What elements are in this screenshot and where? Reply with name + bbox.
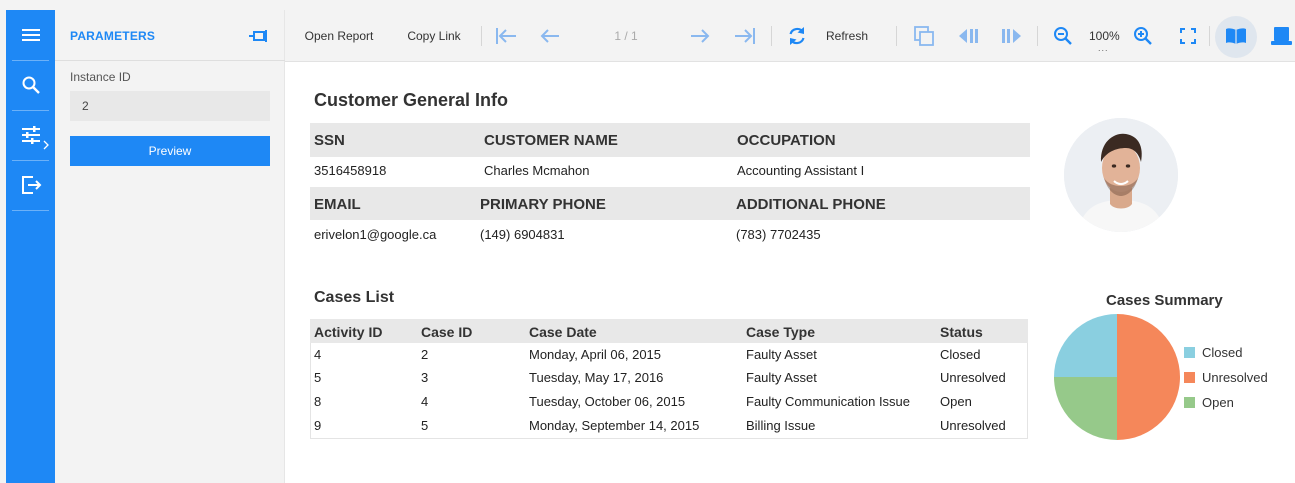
pin-icon[interactable] xyxy=(247,25,271,47)
first-page-icon[interactable] xyxy=(493,10,519,62)
toolbar-divider xyxy=(481,26,482,46)
customer-header-bar-1 xyxy=(310,123,1030,157)
cell-case-id: 4 xyxy=(421,394,429,409)
cell-case-id: 2 xyxy=(421,347,429,362)
copy-link-button[interactable]: Copy Link xyxy=(401,10,467,62)
rail-divider xyxy=(12,160,49,161)
header-case-type: Case Type xyxy=(746,324,815,340)
header-case-id: Case ID xyxy=(421,324,473,340)
toolbar-divider xyxy=(1037,26,1038,46)
header-customer-name: CUSTOMER NAME xyxy=(484,132,618,149)
customer-info-title: Customer General Info xyxy=(314,90,509,110)
parameters-panel: PARAMETERS Instance ID Preview xyxy=(55,10,285,483)
instance-id-input[interactable] xyxy=(70,91,270,121)
search-next-icon[interactable] xyxy=(999,10,1025,62)
value-additional-phone: (783) 7702435 xyxy=(736,227,821,242)
scroll-view-icon[interactable] xyxy=(1270,10,1295,62)
cell-status: Unresolved xyxy=(940,418,1006,433)
legend-item-open: Open xyxy=(1184,394,1234,410)
cell-case-date: Monday, September 14, 2015 xyxy=(529,418,700,433)
legend-swatch xyxy=(1184,346,1195,358)
value-email: erivelon1@google.ca xyxy=(314,227,437,242)
export-icon[interactable] xyxy=(6,165,55,205)
book-icon[interactable] xyxy=(1223,10,1249,62)
value-primary-phone: (149) 6904831 xyxy=(480,227,565,242)
value-ssn: 3516458918 xyxy=(314,163,387,178)
header-activity-id: Activity ID xyxy=(314,324,383,340)
cell-case-date: Tuesday, October 06, 2015 xyxy=(529,394,686,409)
rail-divider xyxy=(12,110,49,111)
pie-slice-open xyxy=(1054,377,1117,440)
cell-case-date: Tuesday, May 17, 2016 xyxy=(529,370,664,385)
toolbar-divider xyxy=(1209,26,1210,46)
cell-case-id: 3 xyxy=(421,370,429,385)
next-page-icon[interactable] xyxy=(687,10,713,62)
header-occupation: OCCUPATION xyxy=(737,132,836,149)
zoom-out-icon[interactable] xyxy=(1050,10,1076,62)
rail-divider xyxy=(12,60,49,61)
left-rail xyxy=(6,10,55,483)
legend-label: Closed xyxy=(1202,344,1243,360)
cell-status: Open xyxy=(940,394,972,409)
rail-divider xyxy=(12,210,49,211)
search-icon[interactable] xyxy=(6,65,55,105)
customer-photo xyxy=(1064,118,1178,232)
pie-slice-closed xyxy=(1054,314,1117,377)
legend-swatch xyxy=(1184,396,1195,408)
chevron-right-icon xyxy=(43,137,49,155)
cell-case-type: Billing Issue xyxy=(746,418,816,433)
header-additional-phone: ADDITIONAL PHONE xyxy=(736,196,886,213)
customer-header-bar-2 xyxy=(310,187,1030,220)
header-primary-phone: PRIMARY PHONE xyxy=(480,196,606,213)
cell-case-date: Monday, April 06, 2015 xyxy=(529,347,662,362)
open-report-button[interactable]: Open Report xyxy=(299,10,379,62)
cell-case-type: Faulty Asset xyxy=(746,370,817,385)
cell-case-type: Faulty Asset xyxy=(746,347,817,362)
parameters-title: PARAMETERS xyxy=(70,29,156,43)
cell-status: Closed xyxy=(940,347,981,362)
multipage-icon[interactable] xyxy=(911,10,937,62)
cases-list-title: Cases List xyxy=(314,289,395,306)
full-screen-icon[interactable] xyxy=(1175,10,1201,62)
cases-summary-title: Cases Summary xyxy=(1106,292,1223,309)
menu-icon[interactable] xyxy=(6,15,55,55)
cell-activity-id: 4 xyxy=(314,347,322,362)
search-previous-icon[interactable] xyxy=(955,10,981,62)
parameters-header: PARAMETERS xyxy=(55,10,285,61)
instance-id-label: Instance ID xyxy=(70,70,131,84)
legend-swatch xyxy=(1184,371,1195,383)
cell-case-id: 5 xyxy=(421,418,429,433)
previous-page-icon[interactable] xyxy=(537,10,563,62)
value-customer-name: Charles Mcmahon xyxy=(484,163,590,178)
legend-item-closed: Closed xyxy=(1184,344,1243,360)
page-indicator[interactable]: 1 / 1 xyxy=(603,10,649,62)
cell-case-type: Faulty Communication Issue xyxy=(746,394,911,409)
viewer-toolbar: Open Report Copy Link 1 / 1 Refresh 100%… xyxy=(285,10,1295,62)
legend-label: Unresolved xyxy=(1202,369,1268,385)
header-email: EMAIL xyxy=(314,196,361,213)
pie-slice-unresolved xyxy=(1117,314,1180,440)
zoom-in-icon[interactable] xyxy=(1130,10,1156,62)
toolbar-divider xyxy=(771,26,772,46)
refresh-icon[interactable] xyxy=(784,10,810,62)
preview-button[interactable]: Preview xyxy=(70,136,270,166)
legend-label: Open xyxy=(1202,394,1234,410)
cell-activity-id: 8 xyxy=(314,394,322,409)
last-page-icon[interactable] xyxy=(732,10,758,62)
header-case-date: Case Date xyxy=(529,324,597,340)
refresh-button[interactable]: Refresh xyxy=(817,10,877,62)
legend-item-unresolved: Unresolved xyxy=(1184,369,1268,385)
cell-activity-id: 9 xyxy=(314,418,322,433)
zoom-dots[interactable]: ... xyxy=(1098,43,1109,53)
cases-summary-pie xyxy=(1054,314,1180,440)
cell-status: Unresolved xyxy=(940,370,1006,385)
header-ssn: SSN xyxy=(314,132,345,149)
report-page: Customer General Info SSN CUSTOMER NAME … xyxy=(285,62,1295,483)
toolbar-divider xyxy=(896,26,897,46)
cases-header-bar xyxy=(310,319,1028,343)
zoom-level[interactable]: 100% xyxy=(1089,29,1120,43)
header-status: Status xyxy=(940,324,983,340)
value-occupation: Accounting Assistant I xyxy=(737,163,865,178)
cell-activity-id: 5 xyxy=(314,370,322,385)
